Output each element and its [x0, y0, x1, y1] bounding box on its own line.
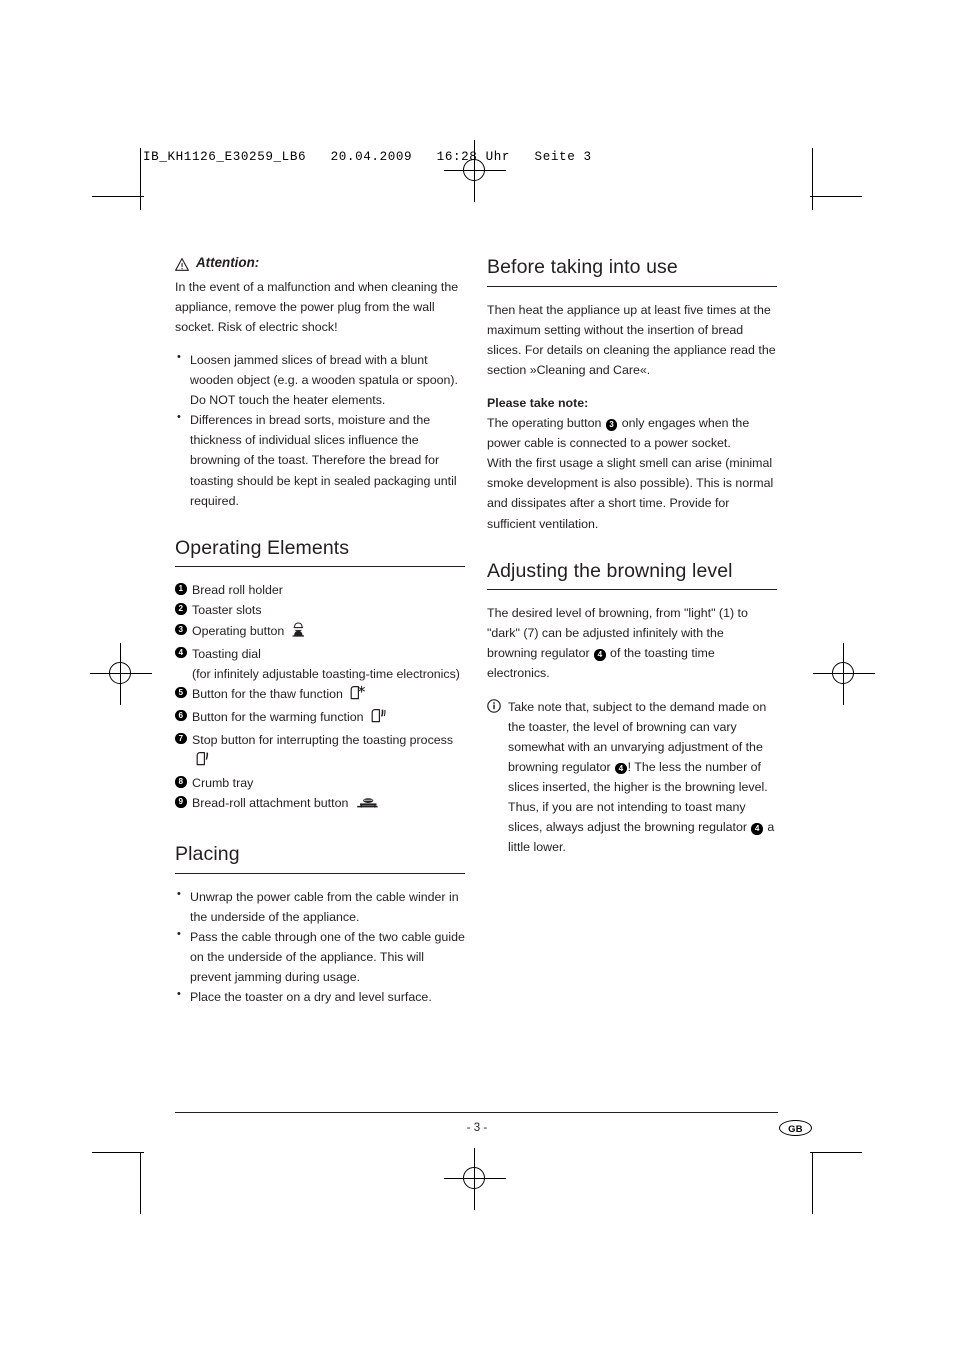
crop-mark-bottom-right-horizontal — [810, 1152, 862, 1154]
bread-roll-attachment-icon — [355, 796, 379, 817]
list-item: 4 Toasting dial — [175, 644, 465, 664]
placing-bullet-list: Unwrap the power cable from the cable wi… — [175, 886, 465, 1008]
crop-mark-top-right-horizontal — [810, 196, 862, 198]
registration-mark-right-middle — [813, 643, 875, 705]
item-label: Bread-roll attachment button — [192, 796, 349, 811]
registration-mark-left-middle — [90, 643, 152, 705]
section-divider — [175, 872, 465, 874]
crop-mark-top-right-vertical — [812, 148, 814, 210]
attention-heading-row: Attention: — [175, 252, 465, 274]
list-item: Differences in bread sorts, moisture and… — [175, 409, 465, 510]
list-item: 2 Toaster slots — [175, 600, 465, 620]
note-text-part1: The operating button — [487, 416, 602, 431]
list-item: 6 Button for the warming function — [175, 707, 465, 730]
crop-mark-bottom-right-vertical — [812, 1152, 814, 1214]
item-sub-note: (for infinitely adjustable toasting-time… — [192, 666, 460, 681]
language-badge: GB — [779, 1120, 812, 1136]
page-title-before-taking-into-use: Before taking into use — [487, 256, 678, 278]
item-number-badge: 4 — [751, 823, 763, 835]
browning-intro-paragraph: The desired level of browning, from "lig… — [487, 603, 777, 683]
item-label: Toaster slots — [192, 603, 262, 618]
item-number-badge: 3 — [175, 623, 187, 635]
list-item: Loosen jammed slices of bread with a blu… — [175, 349, 465, 410]
item-number-badge: 9 — [175, 796, 187, 808]
please-take-note-heading: Please take note: — [487, 395, 589, 410]
item-label: Button for the warming function — [192, 709, 364, 724]
list-item: 1 Bread roll holder — [175, 580, 465, 600]
attention-heading-text: Attention: — [196, 255, 260, 270]
crop-mark-top-left-vertical — [140, 148, 142, 210]
item-number-badge: 2 — [175, 603, 187, 615]
item-label: Stop button for interrupting the toastin… — [192, 732, 454, 747]
before-use-paragraph: Then heat the appliance up at least five… — [487, 302, 776, 377]
section-divider — [175, 566, 465, 568]
item-number-badge: 5 — [175, 686, 187, 699]
item-label: Button for the thaw function — [192, 686, 343, 701]
list-item: 7 Stop button for interrupting the toast… — [175, 730, 465, 773]
crop-mark-bottom-left-horizontal — [92, 1152, 144, 1154]
section-divider — [487, 285, 777, 287]
item-number-badge: 6 — [175, 709, 187, 722]
crop-mark-bottom-left-vertical — [140, 1152, 142, 1214]
list-item: Pass the cable through one of the two ca… — [175, 926, 465, 987]
thaw-function-icon — [349, 685, 366, 707]
warming-function-icon — [370, 708, 387, 730]
list-item: 5 Button for the thaw function — [175, 684, 465, 707]
registration-mark-bottom-center — [444, 1148, 506, 1210]
please-take-note-paragraph: The operating button 3 only engages when… — [487, 413, 777, 453]
item-label: Operating button — [192, 623, 285, 638]
list-item: 9 Bread-roll attachment button — [175, 793, 465, 817]
item-number-badge: 4 — [594, 649, 606, 661]
page-title-placing: Placing — [175, 843, 240, 866]
item-label: Toasting dial — [192, 646, 261, 661]
page-title-operating-elements: Operating Elements — [175, 536, 350, 559]
list-item: Place the toaster on a dry and level sur… — [175, 986, 465, 1007]
item-number-badge: 8 — [175, 776, 187, 788]
item-number-badge: 4 — [615, 762, 627, 775]
list-item: 3 Operating button — [175, 621, 465, 644]
crop-mark-top-left-horizontal — [92, 196, 144, 198]
section-divider — [487, 589, 777, 591]
item-label: Bread roll holder — [192, 583, 283, 598]
item-label: Crumb tray — [192, 776, 254, 791]
attention-paragraph: In the event of a malfunction and when c… — [175, 279, 459, 334]
stop-button-icon — [195, 751, 210, 773]
item-number-badge: 7 — [175, 732, 187, 745]
attention-bullet-list: Loosen jammed slices of bread with a blu… — [175, 349, 465, 511]
left-column: Attention: In the event of a malfunction… — [175, 252, 465, 1007]
operating-button-icon — [291, 621, 306, 644]
right-column: Before taking into use Then heat the app… — [487, 252, 777, 857]
page-title-adjusting-browning-level: Adjusting the browning level — [487, 559, 733, 582]
print-job-header: IB_KH1126_E30259_LB6 20.04.2009 16:28 Uh… — [143, 150, 592, 164]
item-number-badge: 3 — [605, 419, 618, 431]
list-item: 8 Crumb tray — [175, 773, 465, 793]
footer-divider — [175, 1112, 778, 1113]
item-number-badge: 1 — [175, 583, 187, 595]
list-item: Unwrap the power cable from the cable wi… — [175, 886, 465, 927]
info-note-text: Take note that, subject to the demand ma… — [508, 697, 777, 858]
please-take-note-paragraph-2: With the first usage a slight smell can … — [487, 456, 774, 531]
browning-info-note: Take note that, subject to the demand ma… — [487, 697, 777, 858]
info-circle-icon — [487, 698, 501, 719]
item-number-badge: 4 — [175, 646, 187, 659]
warning-triangle-icon — [175, 256, 189, 272]
operating-elements-list: 1 Bread roll holder 2 Toaster slots 3 Op… — [175, 580, 465, 817]
